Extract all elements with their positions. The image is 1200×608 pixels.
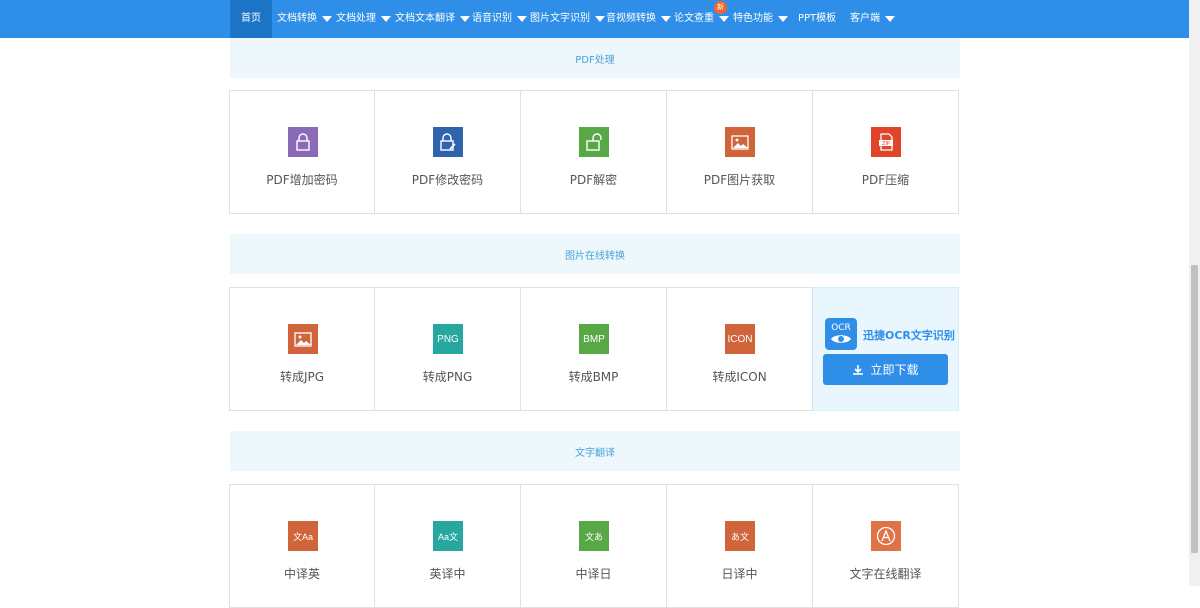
image-icon (288, 324, 318, 354)
lock-icon (288, 127, 318, 157)
card-label: PDF图片获取 (703, 173, 776, 187)
card-ja-to-zh[interactable]: あ文 日译中 (667, 484, 813, 608)
card-to-png[interactable]: PNG 转成PNG (375, 287, 521, 411)
card-pdf-change-password[interactable]: PDF修改密码 (375, 90, 521, 214)
nav-label: 文档转换 (277, 13, 317, 24)
card-label: 转成PNG (422, 370, 473, 384)
nav-label: 首页 (241, 13, 261, 24)
ocr-promo-title: 迅捷OCR文字识别 (863, 329, 955, 342)
caret-down-icon (719, 16, 729, 22)
nav-speech[interactable]: 语音识别 (472, 0, 527, 38)
translate-card-row: 文Aa 中译英 Aa文 英译中 文あ 中译日 あ文 日译中 文字在线翻译 (229, 484, 960, 608)
scrollbar-thumb[interactable] (1191, 265, 1198, 553)
card-zh-to-ja[interactable]: 文あ 中译日 (521, 484, 667, 608)
nav-av-convert[interactable]: 音视频转换 (606, 0, 671, 38)
card-label: 中译英 (283, 567, 320, 581)
card-en-to-zh[interactable]: Aa文 英译中 (375, 484, 521, 608)
image-card-row: 转成JPG PNG 转成PNG BMP 转成BMP ICON 转成ICON OC… (229, 287, 960, 411)
translate-ja-zh-icon: あ文 (725, 521, 755, 551)
nav-label: 客户端 (850, 13, 880, 24)
translate-zh-en-icon: 文Aa (288, 521, 318, 551)
icon-text: Aa文 (437, 531, 458, 542)
nav-label: 音视频转换 (606, 13, 656, 24)
ocr-logo-text: OCR (831, 323, 851, 333)
caret-down-icon (595, 16, 605, 22)
section-title-pdf: PDF处理 (230, 38, 960, 78)
card-label: 日译中 (721, 567, 758, 581)
card-label: 文字在线翻译 (849, 567, 922, 581)
caret-down-icon (460, 16, 470, 22)
card-label: 中译日 (575, 567, 612, 581)
card-zh-to-en[interactable]: 文Aa 中译英 (229, 484, 375, 608)
pdf-card-row: PDF增加密码 PDF修改密码 PDF解密 PDF图片获取 ZIP PDF压缩 (229, 90, 960, 214)
ocr-promo-card: OCR 迅捷OCR文字识别 立即下载 (813, 287, 959, 411)
card-label: 转成JPG (279, 370, 325, 384)
card-pdf-add-password[interactable]: PDF增加密码 (229, 90, 375, 214)
translate-icon (871, 521, 901, 551)
download-button[interactable]: 立即下载 (823, 354, 948, 385)
caret-down-icon (661, 16, 671, 22)
card-to-jpg[interactable]: 转成JPG (229, 287, 375, 411)
nav-image-ocr[interactable]: 图片文字识别 (530, 0, 605, 38)
nav-label: 文档文本翻译 (395, 13, 455, 24)
nav-client[interactable]: 客户端 (850, 0, 895, 38)
edit-lock-icon (433, 127, 463, 157)
top-nav: 首页 文档转换 文档处理 文档文本翻译 语音识别 图片文字识别 音视频转换 论文… (0, 0, 1189, 38)
card-label: 英译中 (429, 567, 466, 581)
nav-label: 语音识别 (472, 13, 512, 24)
section-title: PDF处理 (575, 54, 615, 66)
png-icon: PNG (433, 324, 463, 354)
translate-en-zh-icon: Aa文 (433, 521, 463, 551)
caret-down-icon (517, 16, 527, 22)
icon-text: PNG (437, 333, 459, 345)
caret-down-icon (381, 16, 391, 22)
nav-doc-translate[interactable]: 文档文本翻译 (395, 0, 470, 38)
card-pdf-image-extract[interactable]: PDF图片获取 (667, 90, 813, 214)
card-pdf-decrypt[interactable]: PDF解密 (521, 90, 667, 214)
card-to-icon[interactable]: ICON 转成ICON (667, 287, 813, 411)
nav-label: 特色功能 (733, 13, 773, 24)
zip-icon: ZIP (871, 127, 901, 157)
card-label: PDF修改密码 (411, 173, 484, 187)
icon-text: 文あ (584, 531, 603, 542)
section-title-image: 图片在线转换 (230, 234, 960, 274)
nav-features[interactable]: 特色功能 (733, 0, 788, 38)
caret-down-icon (778, 16, 788, 22)
nav-home[interactable]: 首页 (230, 0, 272, 38)
section-title-translate: 文字翻译 (230, 431, 960, 471)
card-label: 转成ICON (712, 370, 767, 384)
icon-text: 文Aa (292, 531, 313, 542)
card-label: 转成BMP (568, 370, 619, 384)
unlock-icon (579, 127, 609, 157)
nav-doc-process[interactable]: 文档处理 (336, 0, 391, 38)
icon-text: BMP (583, 333, 605, 345)
icon-text: ICON (727, 333, 753, 345)
download-button-label: 立即下载 (870, 363, 919, 377)
card-label: PDF增加密码 (266, 173, 338, 187)
icon-format-icon: ICON (725, 324, 755, 354)
new-badge: 新 (714, 1, 727, 14)
card-pdf-compress[interactable]: ZIP PDF压缩 (813, 90, 959, 214)
bmp-icon: BMP (579, 324, 609, 354)
nav-label: 论文查重 (674, 13, 714, 24)
caret-down-icon (322, 16, 332, 22)
card-online-translate[interactable]: 文字在线翻译 (813, 484, 959, 608)
section-title: 文字翻译 (575, 447, 615, 459)
nav-label: PPT模板 (798, 13, 837, 24)
nav-doc-convert[interactable]: 文档转换 (277, 0, 332, 38)
nav-label: 图片文字识别 (530, 13, 590, 24)
card-label: PDF压缩 (861, 173, 910, 187)
nav-ppt[interactable]: PPT模板 (798, 0, 836, 38)
ocr-logo-icon: OCR (825, 318, 857, 350)
caret-down-icon (885, 16, 895, 22)
icon-text: あ文 (730, 531, 749, 542)
translate-zh-ja-icon: 文あ (579, 521, 609, 551)
section-title: 图片在线转换 (565, 250, 625, 262)
svg-text:ZIP: ZIP (882, 141, 890, 147)
card-label: PDF解密 (569, 173, 618, 187)
nav-label: 文档处理 (336, 13, 376, 24)
image-icon (725, 127, 755, 157)
download-icon (853, 364, 864, 375)
card-to-bmp[interactable]: BMP 转成BMP (521, 287, 667, 411)
